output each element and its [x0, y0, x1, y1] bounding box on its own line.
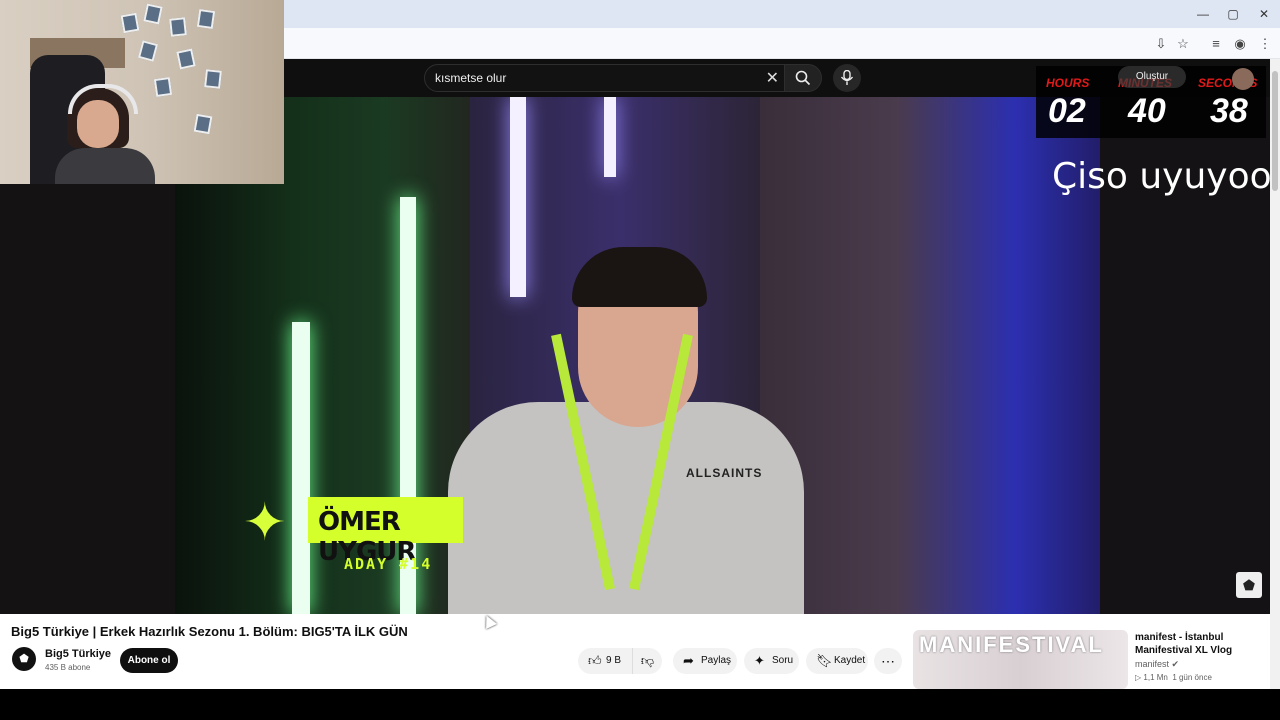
save-button[interactable]: 🔖︎ Kaydet: [806, 648, 868, 674]
channel-avatar[interactable]: ⬟: [12, 647, 36, 671]
hours-label: HOURS: [1046, 76, 1090, 90]
recommendation-meta: ▷ 1,1 Mn 1 gün önce: [1135, 673, 1212, 682]
bottom-bar: [0, 689, 1280, 720]
voice-search-button[interactable]: [833, 64, 861, 92]
restore-button[interactable]: ▢: [1224, 6, 1242, 22]
star-icon[interactable]: ☆: [1174, 35, 1192, 53]
video-title: Big5 Türkiye | Erkek Hazırlık Sezonu 1. …: [11, 624, 408, 639]
contestant-number: ADAY #14: [344, 555, 433, 573]
shirt-brand-text: ALLSAINTS: [686, 466, 763, 480]
stream-overlay-text: Çiso uyuyooo: [1052, 156, 1280, 197]
save-label: Kaydet: [834, 655, 866, 666]
thumbs-down-icon: 👎︎: [640, 653, 655, 668]
recommendation-thumbnail[interactable]: MANIFESTIVAL: [913, 630, 1128, 689]
webcam-overlay: [0, 0, 284, 184]
media-icon[interactable]: ≡: [1207, 35, 1225, 53]
create-button[interactable]: Oluştur: [1118, 66, 1186, 88]
search-value: kısmetse olur: [435, 71, 507, 85]
subscriber-count: 435 B abone: [45, 663, 91, 672]
ask-label: Soru: [772, 655, 794, 666]
search-icon: [795, 70, 811, 86]
channel-watermark-icon[interactable]: ⬟: [1236, 572, 1262, 598]
recommendation-views: 1,1 Mn: [1143, 673, 1168, 682]
channel-name[interactable]: Big5 Türkiye: [45, 648, 111, 660]
ask-button[interactable]: ✦ Soru: [744, 648, 799, 674]
name-tag: ÖMER UYGUR: [308, 497, 463, 567]
subscribe-button[interactable]: Abone ol: [120, 648, 178, 673]
recommendation-age: 1 gün önce: [1172, 673, 1212, 682]
account-avatar[interactable]: [1232, 68, 1254, 90]
play-icon: ▷: [1135, 673, 1142, 682]
browser-window: — ▢ ✕ ⇩ ☆ ≡ ◉ ⋮ kısmetse olur ✕ ALLSAINT…: [0, 0, 1280, 720]
share-icon: ➦: [683, 653, 694, 668]
menu-icon[interactable]: ⋮: [1256, 35, 1274, 53]
thumbnail-text: MANIFESTIVAL: [919, 632, 1104, 657]
search-button[interactable]: [784, 64, 822, 92]
person: [448, 402, 804, 614]
like-count: 9 B: [606, 655, 622, 666]
bookmark-icon: 🔖︎: [816, 653, 833, 668]
recommendation-title[interactable]: manifest - İstanbul Manifestival XL Vlog: [1135, 631, 1265, 657]
more-actions-button[interactable]: ⋯: [874, 648, 902, 674]
hours-value: 02: [1048, 92, 1086, 130]
sparkle-ask-icon: ✦: [754, 653, 765, 668]
minutes-value: 40: [1128, 92, 1166, 130]
minimize-button[interactable]: —: [1194, 6, 1212, 22]
search-input[interactable]: kısmetse olur ✕: [424, 64, 788, 92]
install-icon[interactable]: ⇩: [1152, 35, 1170, 53]
recommendation-channel: manifest ✔: [1135, 659, 1179, 670]
page-scrollbar[interactable]: [1270, 59, 1280, 689]
scrollbar-thumb[interactable]: [1272, 71, 1278, 191]
close-window-button[interactable]: ✕: [1255, 6, 1273, 22]
thumbs-up-icon: 👍︎: [588, 653, 602, 668]
more-icon: ⋯: [881, 653, 895, 669]
profile-icon[interactable]: ◉: [1231, 35, 1249, 53]
clear-search-icon[interactable]: ✕: [766, 68, 779, 88]
recommendation-channel-name: manifest: [1135, 659, 1170, 669]
verified-icon: ✔: [1171, 659, 1180, 669]
share-label: Paylaş: [701, 655, 732, 666]
mic-icon: [840, 70, 854, 85]
sparkle-icon: ✦: [243, 494, 287, 552]
share-button[interactable]: ➦ Paylaş: [673, 648, 737, 674]
seconds-value: 38: [1210, 92, 1248, 130]
dislike-button[interactable]: 👎︎: [632, 648, 662, 674]
